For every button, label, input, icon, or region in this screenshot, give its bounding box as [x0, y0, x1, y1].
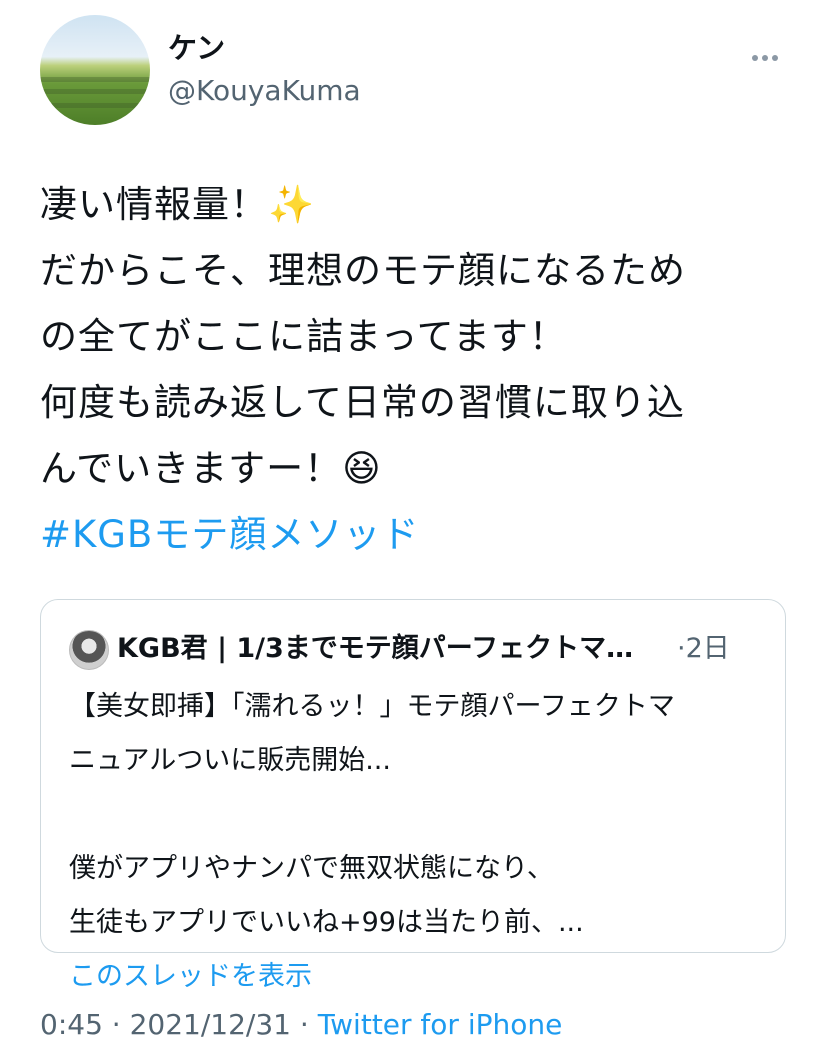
meta-separator: ·: [102, 1008, 130, 1041]
tweet-line: だからこそ、理想のモテ顔になるため: [40, 249, 686, 292]
author-avatar[interactable]: [40, 15, 150, 125]
quoted-time: ·2日: [677, 633, 730, 664]
author-handle[interactable]: @KouyaKuma: [168, 74, 361, 108]
more-options-icon[interactable]: [752, 46, 786, 61]
meta-separator: ·: [290, 1008, 318, 1041]
tweet-text: 凄い情報量！✨ だからこそ、理想のモテ顔になるため の全てがここに詰まってます！…: [40, 172, 800, 568]
tweet-source-link[interactable]: Twitter for iPhone: [318, 1008, 563, 1041]
quoted-line: 僕がアプリやナンパで無双状態になり、: [69, 853, 554, 884]
quoted-blank-line: [69, 788, 769, 842]
tweet-line: 凄い情報量！✨: [40, 183, 316, 226]
tweet-line: んでいきますー！😆: [40, 447, 382, 490]
tweet-meta: 0:45 · 2021/12/31 · Twitter for iPhone: [40, 1003, 562, 1047]
show-thread-link[interactable]: このスレッドを表示: [69, 950, 769, 1004]
quoted-tweet-card[interactable]: KGB君 | 1/3までモテ顔パーフェクトマ… ·2日 【美女即挿】「濡れるッ！…: [40, 599, 786, 992]
tweet-date[interactable]: 2021/12/31: [130, 1008, 291, 1041]
quoted-line: 【美女即挿】「濡れるッ！」モテ顔パーフェクトマ: [69, 691, 675, 722]
tweet-time[interactable]: 0:45: [40, 1008, 103, 1041]
tweet-line: 何度も読み返して日常の習慣に取り込: [40, 381, 685, 424]
quoted-author-avatar: [69, 630, 109, 670]
author-name[interactable]: ケン: [168, 30, 225, 66]
quoted-line: ニュアルついに販売開始...: [69, 745, 391, 776]
quoted-author-name: KGB君 | 1/3までモテ顔パーフェクトマ…: [117, 633, 634, 664]
hashtag-link[interactable]: #KGBモテ顔メソッド: [40, 502, 800, 568]
quoted-line: 生徒もアプリでいいね+99は当たり前、...: [69, 907, 584, 938]
quoted-text: 【美女即挿】「濡れるッ！」モテ顔パーフェクトマ ニュアルついに販売開始... 僕…: [69, 680, 769, 1004]
tweet-line: の全てがここに詰まってます！: [40, 315, 567, 358]
